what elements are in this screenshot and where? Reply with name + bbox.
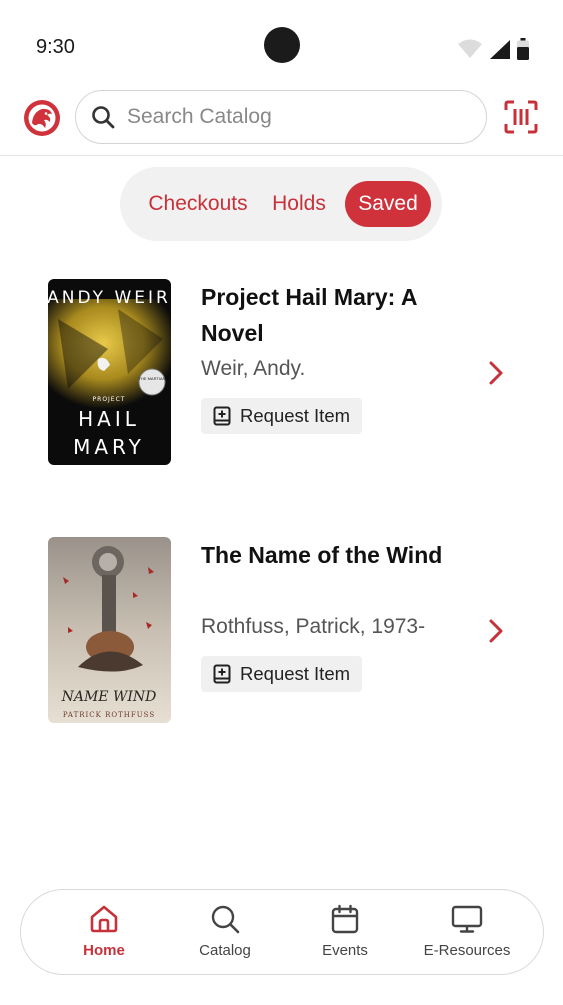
nav-home-label: Home xyxy=(83,942,125,959)
chevron-right-icon[interactable] xyxy=(484,359,508,387)
camera-cutout xyxy=(264,27,300,63)
signal-icon xyxy=(490,40,510,59)
search-icon xyxy=(211,905,240,934)
cover-kicker-text: PROJECT xyxy=(93,396,126,403)
status-time: 9:30 xyxy=(36,36,75,58)
cover-title-line2: MARY xyxy=(73,435,145,459)
status-bar: 9:30 xyxy=(0,0,563,80)
calendar-icon xyxy=(331,904,359,934)
cover-title-text: NAME WIND xyxy=(61,689,157,705)
bottom-nav: Home Catalog Events E-Resources xyxy=(20,889,544,975)
tab-saved[interactable]: Saved xyxy=(345,181,431,227)
book-title[interactable]: The Name of the Wind xyxy=(201,537,461,573)
saved-item[interactable]: NAME WIND PATRICK ROTHFUSS The Name of t… xyxy=(0,537,563,737)
wifi-icon xyxy=(458,39,482,58)
book-author: Rothfuss, Patrick, 1973- xyxy=(201,615,426,638)
book-cover-image[interactable]: NAME WIND PATRICK ROTHFUSS xyxy=(48,537,171,723)
book-title[interactable]: Project Hail Mary: A Novel xyxy=(201,279,461,351)
saved-item[interactable]: THE MARTIAN ANDY WEIR PROJECT HAIL MARY … xyxy=(0,279,563,479)
nav-events-label: Events xyxy=(322,942,368,959)
request-item-label: Request Item xyxy=(240,663,351,684)
nav-catalog-label: Catalog xyxy=(199,942,251,959)
status-icons xyxy=(457,38,529,60)
book-cover-image[interactable]: THE MARTIAN ANDY WEIR PROJECT HAIL MARY xyxy=(48,279,171,465)
tab-holds[interactable]: Holds xyxy=(266,181,332,227)
battery-icon xyxy=(517,38,529,60)
search-bar[interactable] xyxy=(75,90,487,144)
search-icon xyxy=(92,106,115,129)
book-author: Weir, Andy. xyxy=(201,357,306,380)
request-item-button[interactable]: Request Item xyxy=(201,398,363,434)
header xyxy=(0,86,563,156)
monitor-icon xyxy=(451,905,483,933)
request-item-button[interactable]: Request Item xyxy=(201,656,363,692)
tab-checkouts[interactable]: Checkouts xyxy=(138,181,258,227)
search-input[interactable] xyxy=(127,105,457,129)
library-logo-icon[interactable] xyxy=(23,99,61,137)
nav-home[interactable]: Home xyxy=(69,890,139,976)
nav-e-resources-label: E-Resources xyxy=(423,942,511,959)
cover-badge-text: THE MARTIAN xyxy=(138,376,165,381)
nav-events[interactable]: Events xyxy=(310,890,380,976)
cover-author-text: PATRICK ROTHFUSS xyxy=(63,711,155,719)
list-tabs: Checkouts Holds Saved xyxy=(120,167,442,241)
nav-catalog[interactable]: Catalog xyxy=(186,890,264,976)
nav-e-resources[interactable]: E-Resources xyxy=(415,890,519,976)
cover-author-text: ANDY WEIR xyxy=(48,288,171,308)
request-book-icon xyxy=(213,406,231,426)
cover-title-line1: HAIL xyxy=(78,407,140,431)
request-item-label: Request Item xyxy=(240,405,351,426)
barcode-scan-icon[interactable] xyxy=(504,100,538,134)
home-icon xyxy=(90,905,118,933)
request-book-icon xyxy=(213,664,231,684)
chevron-right-icon[interactable] xyxy=(484,617,508,645)
